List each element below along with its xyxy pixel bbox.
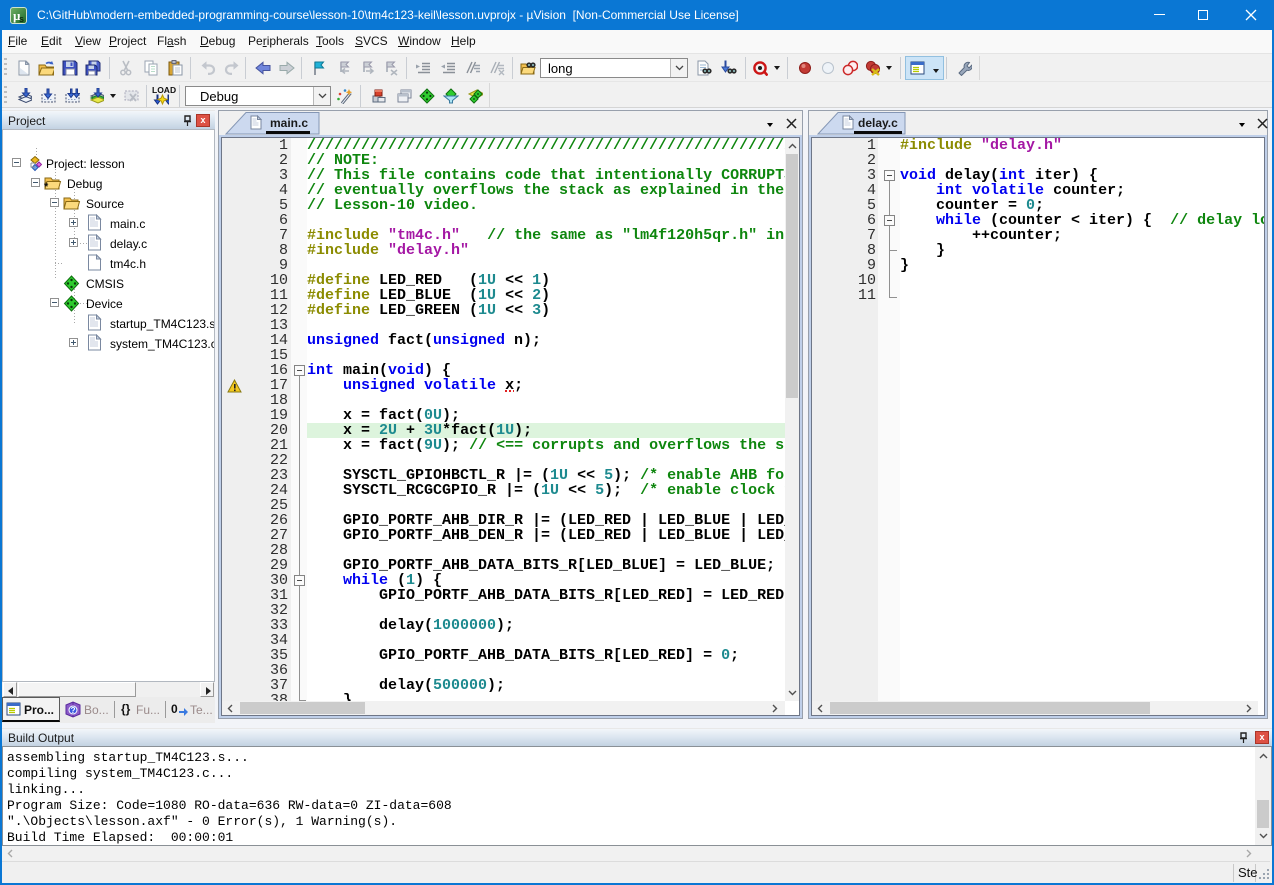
svg-text:?: ? <box>71 706 76 715</box>
svg-text:*: * <box>44 181 49 191</box>
